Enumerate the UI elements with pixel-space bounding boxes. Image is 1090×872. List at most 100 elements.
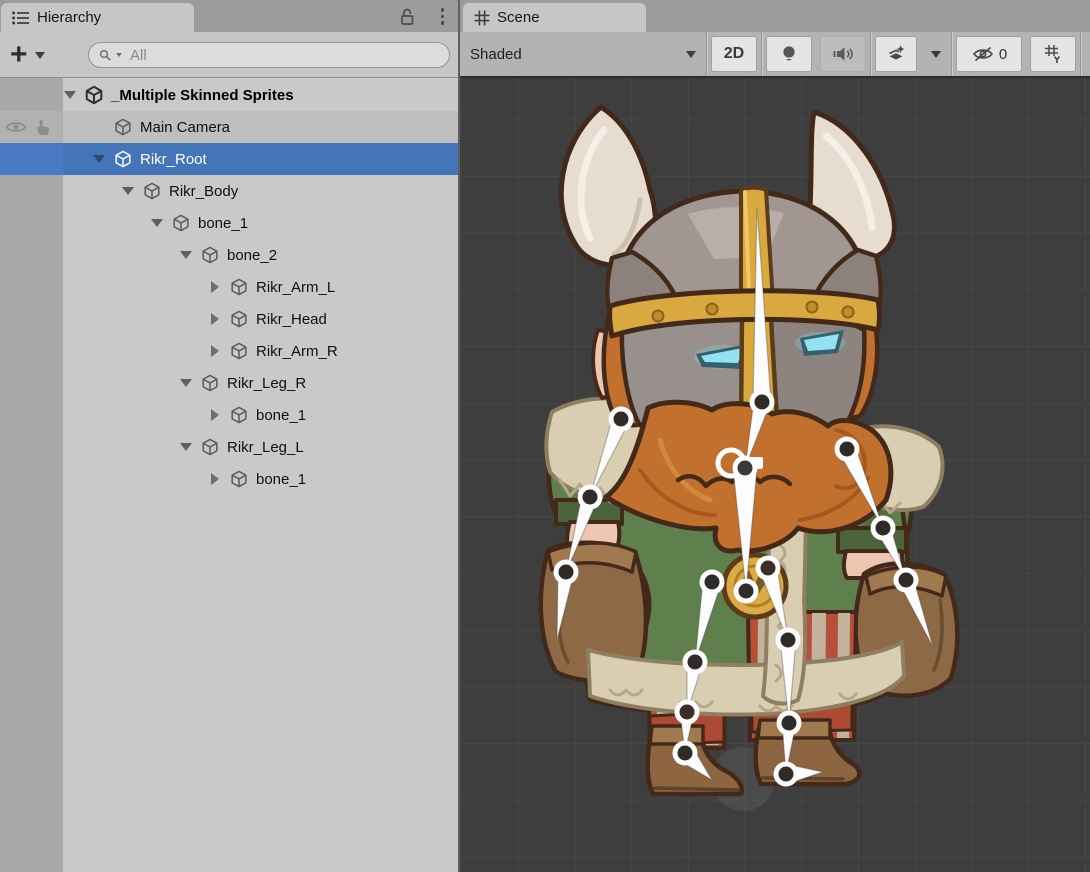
row-label: bone_1 [198, 215, 248, 232]
joint[interactable] [776, 628, 801, 653]
collapse-triangle-icon[interactable] [207, 311, 223, 327]
gameobject-cube-icon [113, 149, 133, 169]
speaker-icon [832, 45, 854, 63]
gameobject-cube-icon [200, 437, 220, 457]
joint[interactable] [609, 407, 634, 432]
pickability-hand-icon[interactable] [35, 119, 51, 136]
joint[interactable] [894, 568, 919, 593]
joint[interactable] [673, 741, 698, 766]
joint[interactable] [554, 560, 579, 585]
hierarchy-toolbar: + All [0, 32, 458, 78]
scene-tabbar: Scene [460, 0, 1090, 32]
hierarchy-tree: _Multiple Skinned Sprites [0, 78, 458, 872]
joint[interactable] [835, 437, 860, 462]
create-dropdown-caret-icon [35, 52, 45, 59]
row-label: Rikr_Root [140, 151, 207, 168]
expand-triangle-icon[interactable] [120, 183, 136, 199]
tab-scene[interactable]: Scene [463, 3, 646, 32]
gameobject-cube-icon [229, 309, 249, 329]
joint[interactable] [750, 390, 775, 415]
search-placeholder: All [130, 47, 147, 64]
joint[interactable] [756, 556, 781, 581]
joint[interactable] [675, 700, 700, 725]
collapse-triangle-icon[interactable] [207, 407, 223, 423]
effects-layers-icon [886, 44, 906, 64]
hierarchy-search-input[interactable]: All [88, 42, 450, 68]
scene-viewport[interactable] [460, 78, 1090, 872]
unity-scene-icon [84, 85, 104, 105]
unlock-icon[interactable] [399, 7, 416, 26]
scene-audio-button[interactable] [820, 36, 866, 72]
effects-dropdown-caret[interactable] [923, 51, 949, 58]
row-label: bone_1 [256, 471, 306, 488]
expand-triangle-icon[interactable] [149, 215, 165, 231]
row-label: Main Camera [140, 119, 230, 136]
visibility-eye-icon[interactable] [5, 120, 27, 134]
gameobject-cube-icon [171, 213, 191, 233]
row-label: Rikr_Arm_L [256, 279, 335, 296]
scene-panel: Scene Shaded 2D [460, 0, 1090, 872]
eye-hidden-icon [971, 46, 995, 62]
gameobject-cube-icon [200, 245, 220, 265]
joint[interactable] [683, 650, 708, 675]
hierarchy-tab-label: Hierarchy [37, 9, 101, 26]
gameobject-cube-icon [229, 277, 249, 297]
scene-grid-icon [474, 10, 490, 26]
create-object-button[interactable]: + [10, 38, 56, 72]
scene-effects-button[interactable] [875, 36, 917, 72]
hierarchy-menu-kebab-icon[interactable] [441, 8, 445, 25]
collapse-triangle-icon[interactable] [207, 343, 223, 359]
hierarchy-tabbar: Hierarchy [0, 0, 458, 32]
gameobject-cube-icon [229, 405, 249, 425]
grid-axis-icon [1043, 44, 1063, 64]
toolbar-separator [706, 32, 707, 76]
joint[interactable] [578, 485, 603, 510]
dropdown-caret-icon [686, 51, 696, 58]
shading-mode-dropdown[interactable]: Shaded [460, 46, 706, 63]
expand-triangle-icon[interactable] [178, 439, 194, 455]
lightbulb-icon [780, 44, 798, 64]
toggle-2d-button[interactable]: 2D [711, 36, 757, 72]
expand-triangle-icon[interactable] [62, 87, 78, 103]
collapse-triangle-icon[interactable] [207, 279, 223, 295]
row-label: bone_2 [227, 247, 277, 264]
joint[interactable] [871, 516, 896, 541]
hidden-count-label: 0 [999, 46, 1007, 63]
search-icon [99, 49, 112, 62]
expand-triangle-icon[interactable] [178, 375, 194, 391]
toolbar-separator [761, 32, 762, 76]
plus-icon: + [10, 40, 28, 70]
joint[interactable] [700, 570, 725, 595]
hierarchy-panel: Hierarchy + All [0, 0, 458, 872]
scene-render[interactable] [460, 78, 1090, 872]
hierarchy-list-icon [12, 11, 30, 25]
joint[interactable] [774, 762, 799, 787]
hidden-objects-button[interactable]: 0 [956, 36, 1022, 72]
row-label: Rikr_Head [256, 311, 327, 328]
scene-name-label: _Multiple Skinned Sprites [111, 87, 294, 104]
unity-editor-window: Hierarchy + All [0, 0, 1090, 872]
row-label: Rikr_Leg_L [227, 439, 304, 456]
grid-visibility-button[interactable] [1030, 36, 1076, 72]
search-filter-caret-icon [116, 53, 122, 57]
expand-triangle-icon[interactable] [91, 151, 107, 167]
gameobject-cube-icon [113, 117, 133, 137]
gameobject-cube-icon [229, 469, 249, 489]
joint[interactable] [777, 711, 802, 736]
scene-header-row[interactable]: _Multiple Skinned Sprites [0, 79, 520, 111]
toolbar-separator [870, 32, 871, 76]
tab-hierarchy[interactable]: Hierarchy [1, 3, 194, 32]
joint[interactable] [734, 579, 759, 604]
shading-mode-label: Shaded [470, 46, 522, 63]
row-label: Rikr_Arm_R [256, 343, 338, 360]
scene-toolbar: Shaded 2D [460, 32, 1090, 78]
gameobject-cube-icon [200, 373, 220, 393]
collapse-triangle-icon[interactable] [207, 471, 223, 487]
gameobject-cube-icon [142, 181, 162, 201]
row-label: bone_1 [256, 407, 306, 424]
scene-tab-label: Scene [497, 9, 540, 26]
toolbar-separator [951, 32, 952, 76]
expand-triangle-icon[interactable] [178, 247, 194, 263]
scene-lighting-button[interactable] [766, 36, 812, 72]
joint[interactable] [733, 456, 758, 481]
